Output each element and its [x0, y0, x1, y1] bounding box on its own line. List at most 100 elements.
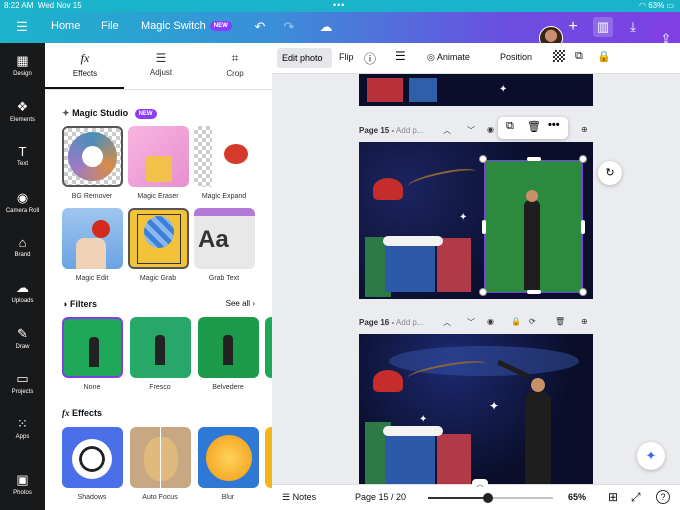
animate-button[interactable]: ◎ Animate: [427, 52, 470, 63]
page-down-icon[interactable]: ﹀: [467, 317, 475, 328]
rail-projects[interactable]: ▭ Projects: [0, 371, 45, 395]
rail-draw[interactable]: ✎ Draw: [0, 326, 45, 350]
hide-page-icon[interactable]: ◉: [487, 317, 494, 326]
side-handle[interactable]: [581, 220, 585, 234]
rail-text[interactable]: T Text: [0, 144, 45, 167]
rail-apps[interactable]: ⁙ Apps: [0, 416, 45, 440]
grid-view-icon[interactable]: ⊞: [608, 490, 618, 504]
magic-grab-thumb[interactable]: [128, 208, 189, 269]
effect-auto-focus-thumb[interactable]: [130, 427, 191, 488]
rail-camera-roll[interactable]: ◉ Camera Roll: [0, 190, 45, 214]
border-style-icon[interactable]: ☰: [395, 49, 406, 63]
page-down-icon[interactable]: ﹀: [467, 125, 475, 136]
add-page-icon[interactable]: ⊕: [581, 317, 588, 326]
help-button[interactable]: ?: [656, 490, 670, 504]
rail-photos[interactable]: ▣ Photos: [0, 472, 45, 496]
house-blue: [385, 242, 435, 292]
home-button[interactable]: Home: [51, 20, 80, 32]
flip-button[interactable]: Flip: [339, 52, 354, 62]
edit-photo-panel: fx Effects ☰ Adjust ⌗ Crop ✦ Magic Studio N…: [45, 43, 272, 510]
magic-switch-badge: NEW: [209, 21, 232, 32]
filter-belvedere-thumb[interactable]: [198, 317, 259, 378]
effect-shadows-thumb[interactable]: [62, 427, 123, 488]
multitask-dots-icon[interactable]: •••: [333, 0, 345, 10]
link-icon[interactable]: ⧉: [575, 50, 583, 63]
zoom-handle[interactable]: [483, 493, 493, 503]
page-16-title-input[interactable]: Add p...: [396, 318, 424, 327]
effects-heading: fx Effects: [62, 408, 102, 418]
menu-icon[interactable]: ☰: [12, 17, 32, 37]
resize-handle[interactable]: [579, 288, 587, 296]
effect-blur-thumb[interactable]: [198, 427, 259, 488]
house-art: [367, 78, 403, 102]
grab-text-thumb[interactable]: Aa: [194, 208, 255, 269]
add-page-icon[interactable]: ⊕: [581, 125, 588, 134]
add-collaborator-icon[interactable]: +: [563, 17, 583, 37]
effect-next-thumb[interactable]: [265, 427, 272, 488]
animate-icon: ◎: [427, 52, 435, 62]
page-14-preview[interactable]: ✦: [359, 74, 593, 106]
page-16-canvas[interactable]: ✦ ✦: [359, 334, 593, 484]
filter-fresco-thumb[interactable]: [130, 317, 191, 378]
rail-brand[interactable]: ⌂ Brand: [0, 235, 45, 258]
page-up-icon[interactable]: ︿: [443, 317, 451, 328]
zoom-level[interactable]: 65%: [568, 492, 586, 502]
transparency-icon[interactable]: [553, 50, 565, 62]
undo-icon[interactable]: ↶: [250, 17, 270, 37]
star-icon: ✦: [419, 414, 428, 425]
snow-roof: [383, 236, 443, 246]
tab-adjust[interactable]: ☰ Adjust: [126, 51, 196, 77]
insights-icon[interactable]: ▥: [593, 17, 613, 37]
tab-effects[interactable]: fx Effects: [50, 51, 120, 78]
duplicate-icon[interactable]: ⧉: [506, 120, 514, 133]
tab-crop[interactable]: ⌗ Crop: [200, 51, 270, 78]
resize-handle[interactable]: [479, 155, 487, 163]
lock-icon[interactable]: 🔒: [597, 50, 611, 63]
hide-page-icon[interactable]: ◉: [487, 125, 494, 134]
magic-expand-thumb[interactable]: [194, 126, 255, 187]
side-handle[interactable]: [482, 220, 486, 234]
notes-button[interactable]: ☰ Notes: [282, 492, 316, 503]
photo-toolbar: Edit photo Flip ⓘ ☰ ◎ Animate Position ⧉…: [272, 43, 680, 74]
redo-icon[interactable]: ↷: [279, 17, 299, 37]
resize-handle[interactable]: [579, 155, 587, 163]
filters-see-all[interactable]: See all ›: [226, 299, 255, 308]
more-icon[interactable]: •••: [548, 119, 560, 131]
magic-assistant-icon[interactable]: ✦: [637, 442, 665, 470]
fullscreen-icon[interactable]: ⤢: [631, 490, 641, 505]
zoom-slider[interactable]: [428, 493, 553, 503]
magic-switch-button[interactable]: Magic Switch NEW: [141, 20, 232, 32]
cloud-sync-icon[interactable]: ☁: [316, 17, 336, 37]
position-button[interactable]: Position: [500, 52, 532, 62]
delete-page-icon[interactable]: 🗑: [555, 317, 565, 326]
magic-edit-thumb[interactable]: [62, 208, 123, 269]
info-icon[interactable]: ⓘ: [364, 50, 376, 67]
rail-elements[interactable]: ❖ Elements: [0, 99, 45, 123]
sleigh-art: [373, 178, 403, 200]
download-icon[interactable]: ⤓: [623, 17, 643, 37]
lock-icon[interactable]: 🔒: [511, 317, 521, 326]
resize-handle[interactable]: [479, 288, 487, 296]
bg-remover-thumb[interactable]: [62, 126, 123, 187]
page-counter[interactable]: Page 15 / 20: [355, 492, 406, 502]
tab-label: Crop: [226, 69, 244, 78]
selection-box[interactable]: [484, 160, 583, 293]
magic-eraser-thumb[interactable]: [128, 126, 189, 187]
side-handle[interactable]: [527, 157, 541, 161]
bottom-bar: ☰ Notes Page 15 / 20 ︿ 65% ⊞ ⤢ ?: [272, 479, 680, 510]
filter-none-thumb[interactable]: [62, 317, 123, 378]
file-button[interactable]: File: [101, 20, 119, 32]
filter-next-thumb[interactable]: [265, 317, 272, 378]
rotate-icon[interactable]: ↻: [598, 161, 622, 185]
page-15-title-input[interactable]: Add p...: [396, 126, 424, 135]
edit-photo-button[interactable]: Edit photo: [277, 48, 332, 68]
rail-uploads[interactable]: ☁ Uploads: [0, 280, 45, 304]
delete-icon[interactable]: 🗑: [527, 120, 541, 133]
page-up-icon[interactable]: ︿: [443, 125, 451, 136]
expand-pages-icon[interactable]: ︿: [472, 479, 488, 488]
rail-design[interactable]: ▦ Design: [0, 53, 45, 77]
page-15-canvas[interactable]: ✦ ✦ ✦: [359, 142, 593, 299]
sync-icon[interactable]: ⟳: [529, 317, 536, 326]
filter-fresco-label: Fresco: [149, 384, 171, 391]
side-handle[interactable]: [527, 290, 541, 294]
